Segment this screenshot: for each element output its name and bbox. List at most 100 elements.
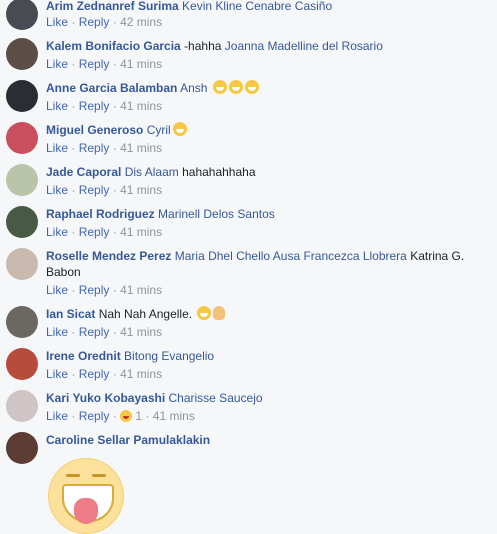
timestamp[interactable]: 41 mins xyxy=(153,409,195,423)
separator: · xyxy=(71,57,76,71)
avatar[interactable] xyxy=(6,164,38,196)
avatar[interactable] xyxy=(6,306,38,338)
avatar[interactable] xyxy=(6,206,38,238)
comment-text: Kari Yuko Kobayashi Charisse Saucejo xyxy=(46,390,476,406)
like-link[interactable]: Like xyxy=(46,99,68,113)
reply-link[interactable]: Reply xyxy=(79,225,110,239)
avatar[interactable] xyxy=(6,80,38,112)
reply-link[interactable]: Reply xyxy=(79,325,110,339)
separator: · xyxy=(112,283,117,297)
tagged-user[interactable]: Bitong Evangelio xyxy=(124,349,214,363)
separator: · xyxy=(71,225,76,239)
tagged-user[interactable]: Cyril xyxy=(147,123,171,137)
laughing-emoji-icon xyxy=(172,122,187,136)
timestamp[interactable]: 42 mins xyxy=(120,15,162,29)
avatar[interactable] xyxy=(6,248,38,280)
separator: · xyxy=(71,325,76,339)
timestamp[interactable]: 41 mins xyxy=(120,325,162,339)
sticker-eye xyxy=(92,474,106,477)
timestamp[interactable]: 41 mins xyxy=(120,57,162,71)
commenter-name[interactable]: Caroline Sellar Pamulaklakin xyxy=(46,433,210,447)
avatar[interactable] xyxy=(6,38,38,70)
tagged-user[interactable]: Charisse Saucejo xyxy=(169,391,263,405)
reply-link[interactable]: Reply xyxy=(79,141,110,155)
separator: · xyxy=(71,367,76,381)
separator: · xyxy=(71,409,76,423)
like-link[interactable]: Like xyxy=(46,141,68,155)
like-link[interactable]: Like xyxy=(46,15,68,29)
reply-link[interactable]: Reply xyxy=(79,183,110,197)
reply-link[interactable]: Reply xyxy=(79,99,110,113)
timestamp[interactable]: 41 mins xyxy=(120,183,162,197)
separator: · xyxy=(112,325,117,339)
comment-text: Anne Garcia Balamban Ansh xyxy=(46,80,476,96)
avatar[interactable] xyxy=(6,0,38,30)
avatar[interactable] xyxy=(6,348,38,380)
grinning-emoji-icon xyxy=(212,80,227,94)
tagged-user[interactable]: Joanna Madelline del Rosario xyxy=(225,39,383,53)
ok-hand-icon xyxy=(213,306,226,320)
commenter-name[interactable]: Kalem Bonifacio Garcia xyxy=(46,39,181,53)
commenter-name[interactable]: Arim Zednanref Surima xyxy=(46,0,179,13)
like-link[interactable]: Like xyxy=(46,57,68,71)
commenter-name[interactable]: Irene Orednit xyxy=(46,349,121,363)
tagged-user[interactable]: Marinell Delos Santos xyxy=(158,207,275,221)
separator: · xyxy=(112,225,117,239)
timestamp[interactable]: 41 mins xyxy=(120,99,162,113)
like-link[interactable]: Like xyxy=(46,409,68,423)
comment-text: Ian Sicat Nah Nah Angelle. xyxy=(46,306,476,322)
commenter-name[interactable]: Kari Yuko Kobayashi xyxy=(46,391,165,405)
comment-text: Raphael Rodriguez Marinell Delos Santos xyxy=(46,206,476,222)
grinning-emoji-icon xyxy=(244,80,259,94)
separator: · xyxy=(145,409,150,423)
separator: · xyxy=(71,141,76,155)
timestamp[interactable]: 41 mins xyxy=(120,141,162,155)
separator: · xyxy=(112,141,117,155)
avatar[interactable] xyxy=(6,390,38,422)
comment-text: Kalem Bonifacio Garcia -hahha Joanna Mad… xyxy=(46,38,476,54)
comment-text: Arim Zednanref Surima Kevin Kline Cenabr… xyxy=(46,0,476,14)
sticker-eye xyxy=(66,474,80,477)
comment-body: Katrina G. xyxy=(410,249,465,263)
tagged-user[interactable]: Dis Alaam xyxy=(125,165,179,179)
like-link[interactable]: Like xyxy=(46,283,68,297)
separator: · xyxy=(71,183,76,197)
reply-link[interactable]: Reply xyxy=(79,57,110,71)
tagged-user[interactable]: Maria Dhel Chello Ausa Francezca Llobrer… xyxy=(175,249,407,263)
separator: · xyxy=(71,99,76,113)
commenter-name[interactable]: Jade Caporal xyxy=(46,165,121,179)
comment-actions: Like · Reply · 41 mins xyxy=(46,282,162,298)
comment-actions: Like · Reply · 41 mins xyxy=(46,140,162,156)
comment-text: Jade Caporal Dis Alaam hahahahhaha xyxy=(46,164,476,180)
grinning-emoji-icon xyxy=(197,306,212,320)
reply-link[interactable]: Reply xyxy=(79,15,110,29)
reply-link[interactable]: Reply xyxy=(79,409,110,423)
timestamp[interactable]: 41 mins xyxy=(120,367,162,381)
haha-reaction-icon[interactable] xyxy=(120,410,133,422)
like-link[interactable]: Like xyxy=(46,367,68,381)
reaction-count[interactable]: 1 xyxy=(135,409,142,423)
commenter-name[interactable]: Miguel Generoso xyxy=(46,123,143,137)
comment-actions: Like · Reply · 42 mins xyxy=(46,14,162,30)
comment-actions: Like · Reply · 1 · 41 mins xyxy=(46,408,195,424)
commenter-name[interactable]: Ian Sicat xyxy=(46,307,95,321)
reply-link[interactable]: Reply xyxy=(79,367,110,381)
comment-body: Babon xyxy=(46,265,81,279)
comment-actions: Like · Reply · 41 mins xyxy=(46,98,162,114)
comment-actions: Like · Reply · 41 mins xyxy=(46,224,162,240)
like-link[interactable]: Like xyxy=(46,225,68,239)
reply-link[interactable]: Reply xyxy=(79,283,110,297)
tagged-user[interactable]: Kevin Kline Cenabre Casiño xyxy=(182,0,332,13)
tagged-user[interactable]: Ansh xyxy=(180,81,207,95)
timestamp[interactable]: 41 mins xyxy=(120,283,162,297)
comment-text: Caroline Sellar Pamulaklakin xyxy=(46,432,476,448)
timestamp[interactable]: 41 mins xyxy=(120,225,162,239)
like-link[interactable]: Like xyxy=(46,183,68,197)
avatar[interactable] xyxy=(6,432,38,464)
avatar[interactable] xyxy=(6,122,38,154)
commenter-name[interactable]: Anne Garcia Balamban xyxy=(46,81,177,95)
commenter-name[interactable]: Roselle Mendez Perez xyxy=(46,249,171,263)
commenter-name[interactable]: Raphael Rodriguez xyxy=(46,207,155,221)
like-link[interactable]: Like xyxy=(46,325,68,339)
comment-body: hahahahhaha xyxy=(182,165,256,179)
